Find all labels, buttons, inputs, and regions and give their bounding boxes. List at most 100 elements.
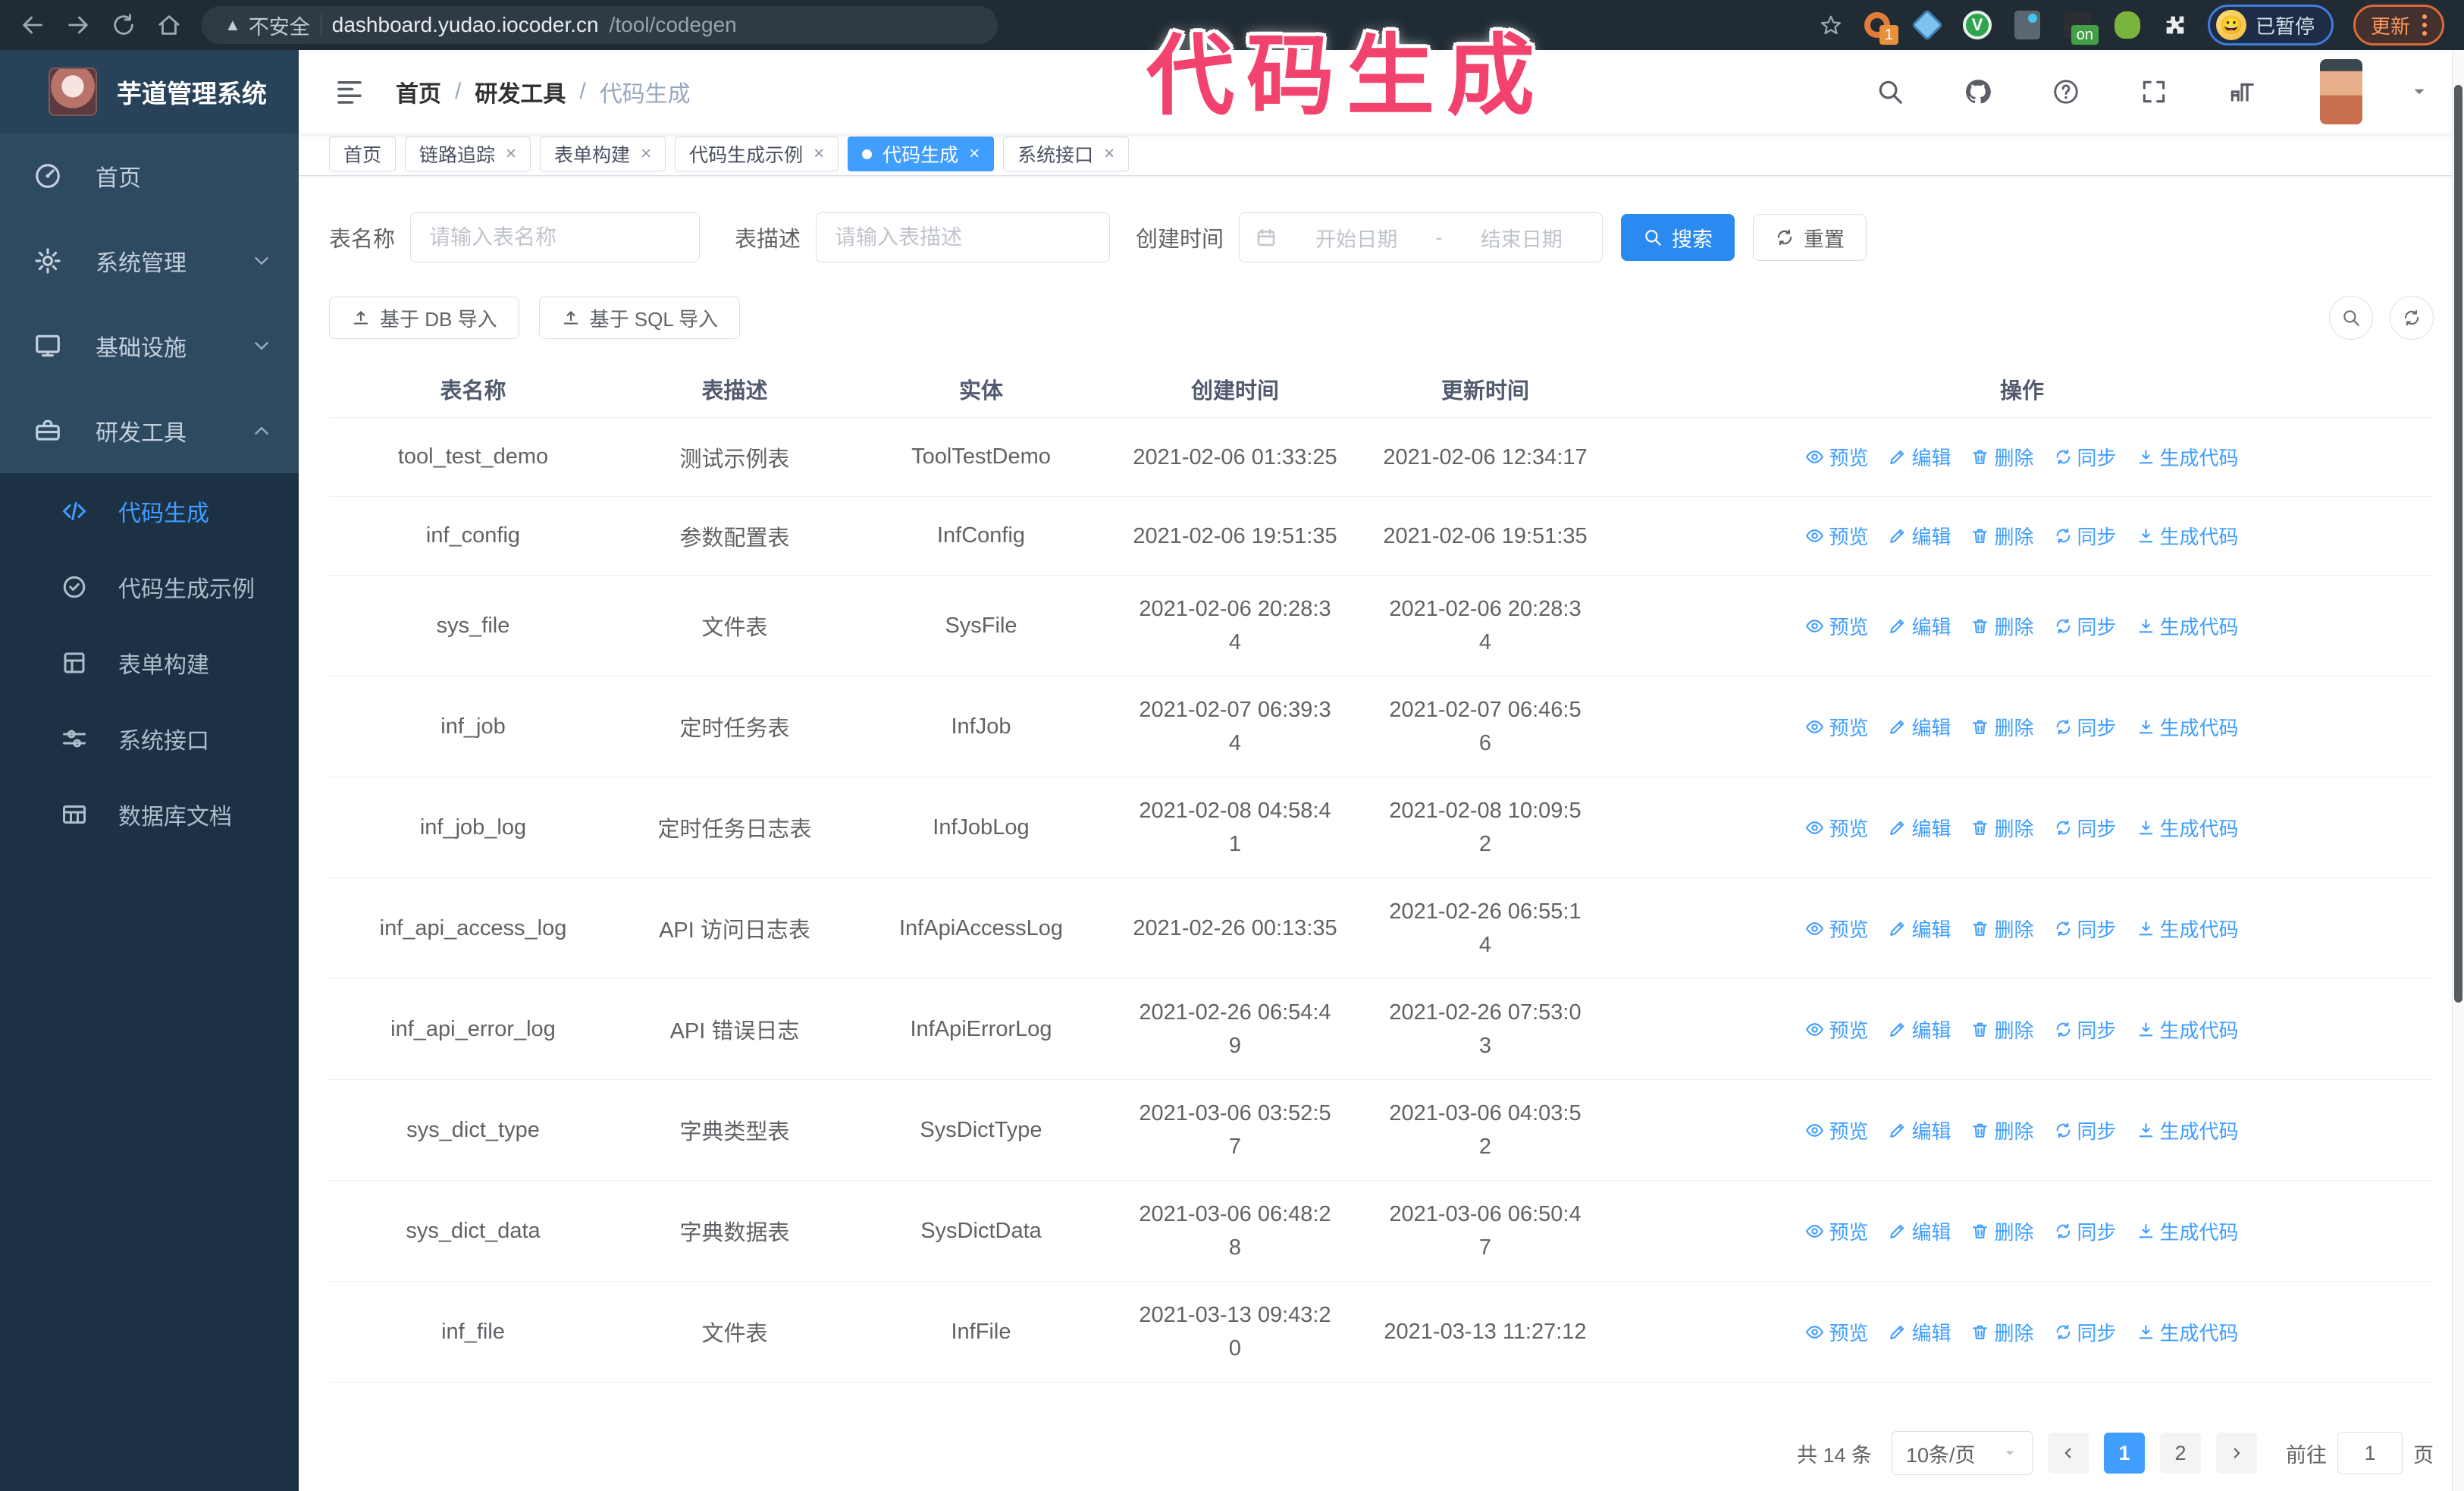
generate-code-link[interactable]: 生成代码	[2136, 713, 2239, 741]
sidebar-item-system-management[interactable]: 系统管理	[0, 218, 299, 303]
sync-link[interactable]: 同步	[2054, 522, 2117, 550]
sidebar-item-system-api[interactable]: 系统接口	[0, 701, 299, 777]
hamburger-icon[interactable]	[334, 76, 365, 108]
next-page-button[interactable]	[2216, 1433, 2257, 1474]
table-name-input[interactable]	[410, 212, 701, 262]
preview-link[interactable]: 预览	[1805, 1116, 1868, 1144]
refresh-table-button[interactable]	[2390, 296, 2434, 340]
preview-link[interactable]: 预览	[1805, 915, 1868, 943]
generate-code-link[interactable]: 生成代码	[2136, 443, 2239, 471]
search-button[interactable]: 搜索	[1621, 214, 1735, 261]
generate-code-link[interactable]: 生成代码	[2136, 1217, 2239, 1245]
close-icon[interactable]: ×	[813, 145, 824, 163]
sync-link[interactable]: 同步	[2054, 1318, 2117, 1346]
fullscreen-icon[interactable]	[2140, 77, 2168, 106]
avatar-caret-down-icon[interactable]	[2409, 82, 2429, 102]
extensions-puzzle-icon[interactable]	[2162, 12, 2188, 38]
extension-green-icon[interactable]	[2112, 10, 2143, 40]
tab-system-api[interactable]: 系统接口 ×	[1003, 137, 1130, 171]
tab-trace[interactable]: 链路追踪 ×	[405, 137, 531, 171]
start-date-placeholder[interactable]: 开始日期	[1291, 223, 1422, 253]
edit-link[interactable]: 编辑	[1888, 713, 1951, 741]
sync-link[interactable]: 同步	[2054, 814, 2117, 842]
delete-link[interactable]: 删除	[1970, 915, 2034, 943]
generate-code-link[interactable]: 生成代码	[2136, 1116, 2239, 1144]
page-button-2[interactable]: 2	[2160, 1433, 2201, 1474]
preview-link[interactable]: 预览	[1805, 713, 1868, 741]
address-bar[interactable]: ▲ 不安全 dashboard.yudao.iocoder.cn /tool/c…	[202, 6, 998, 44]
extension-orange-icon[interactable]: 1	[1862, 10, 1898, 45]
end-date-placeholder[interactable]: 结束日期	[1456, 223, 1588, 253]
extension-on-icon[interactable]: on	[2062, 10, 2099, 45]
close-icon[interactable]: ×	[969, 145, 980, 163]
browser-home-icon[interactable]	[156, 12, 182, 38]
delete-link[interactable]: 删除	[1970, 443, 2034, 471]
generate-code-link[interactable]: 生成代码	[2136, 612, 2239, 640]
generate-code-link[interactable]: 生成代码	[2136, 915, 2239, 943]
page-button-1[interactable]: 1	[2104, 1433, 2145, 1474]
preview-link[interactable]: 预览	[1805, 1015, 1868, 1044]
reset-button[interactable]: 重置	[1753, 214, 1867, 261]
tab-code-generation[interactable]: 代码生成 ×	[848, 137, 995, 171]
sync-link[interactable]: 同步	[2054, 443, 2117, 471]
sidebar-item-dev-tools[interactable]: 研发工具	[0, 388, 299, 473]
generate-code-link[interactable]: 生成代码	[2136, 522, 2239, 550]
close-icon[interactable]: ×	[1104, 145, 1114, 163]
edit-link[interactable]: 编辑	[1888, 814, 1951, 842]
sync-link[interactable]: 同步	[2054, 612, 2117, 640]
table-desc-input[interactable]	[816, 212, 1111, 262]
delete-link[interactable]: 删除	[1970, 713, 2034, 741]
prev-page-button[interactable]	[2048, 1433, 2089, 1474]
tab-home[interactable]: 首页	[329, 137, 397, 171]
search-icon[interactable]	[1876, 77, 1904, 106]
sidebar-item-home[interactable]: 首页	[0, 133, 299, 218]
browser-update-button[interactable]: 更新	[2353, 5, 2444, 46]
extension-gem-icon[interactable]	[1911, 8, 1944, 42]
date-range-picker[interactable]: 开始日期 - 结束日期	[1239, 212, 1603, 262]
extension-v-icon[interactable]: V	[1962, 10, 1992, 40]
bookmark-star-icon[interactable]	[1820, 14, 1842, 36]
edit-link[interactable]: 编辑	[1888, 1015, 1951, 1044]
browser-reload-icon[interactable]	[111, 12, 136, 38]
preview-link[interactable]: 预览	[1805, 1318, 1868, 1346]
generate-code-link[interactable]: 生成代码	[2136, 1015, 2239, 1044]
sync-link[interactable]: 同步	[2054, 1217, 2117, 1245]
scrollbar-thumb[interactable]	[2454, 85, 2462, 1003]
goto-page-input[interactable]	[2337, 1432, 2403, 1474]
generate-code-link[interactable]: 生成代码	[2136, 814, 2239, 842]
sync-link[interactable]: 同步	[2054, 713, 2117, 741]
edit-link[interactable]: 编辑	[1888, 612, 1951, 640]
edit-link[interactable]: 编辑	[1888, 443, 1951, 471]
breadcrumb-dev-tools[interactable]: 研发工具	[475, 75, 566, 108]
page-scrollbar[interactable]	[2452, 50, 2464, 1491]
edit-link[interactable]: 编辑	[1888, 522, 1951, 550]
import-sql-button[interactable]: 基于 SQL 导入	[538, 297, 741, 339]
delete-link[interactable]: 删除	[1970, 814, 2034, 842]
import-db-button[interactable]: 基于 DB 导入	[329, 297, 519, 339]
generate-code-link[interactable]: 生成代码	[2136, 1318, 2239, 1346]
sidebar-item-code-generation[interactable]: 代码生成	[0, 473, 299, 549]
toggle-search-button[interactable]	[2329, 296, 2373, 340]
close-icon[interactable]: ×	[641, 145, 651, 163]
delete-link[interactable]: 删除	[1970, 612, 2034, 640]
font-size-icon[interactable]	[2227, 77, 2256, 106]
delete-link[interactable]: 删除	[1970, 1318, 2034, 1346]
sync-link[interactable]: 同步	[2054, 1116, 2117, 1144]
edit-link[interactable]: 编辑	[1888, 1116, 1951, 1144]
browser-menu-icon[interactable]	[2422, 14, 2427, 36]
breadcrumb-home[interactable]: 首页	[396, 75, 441, 108]
user-avatar[interactable]	[2320, 59, 2362, 124]
delete-link[interactable]: 删除	[1970, 1116, 2034, 1144]
preview-link[interactable]: 预览	[1805, 612, 1868, 640]
sync-link[interactable]: 同步	[2054, 1015, 2117, 1044]
tab-form-builder[interactable]: 表单构建 ×	[540, 137, 666, 171]
preview-link[interactable]: 预览	[1805, 522, 1868, 550]
edit-link[interactable]: 编辑	[1888, 1217, 1951, 1245]
sidebar-logo[interactable]: 芋道管理系统	[0, 50, 299, 133]
delete-link[interactable]: 删除	[1970, 1015, 2034, 1044]
delete-link[interactable]: 删除	[1970, 522, 2034, 550]
edit-link[interactable]: 编辑	[1888, 915, 1951, 943]
delete-link[interactable]: 删除	[1970, 1217, 2034, 1245]
sidebar-item-db-doc[interactable]: 数据库文档	[0, 777, 299, 852]
extension-toggle-icon[interactable]	[2012, 10, 2042, 40]
